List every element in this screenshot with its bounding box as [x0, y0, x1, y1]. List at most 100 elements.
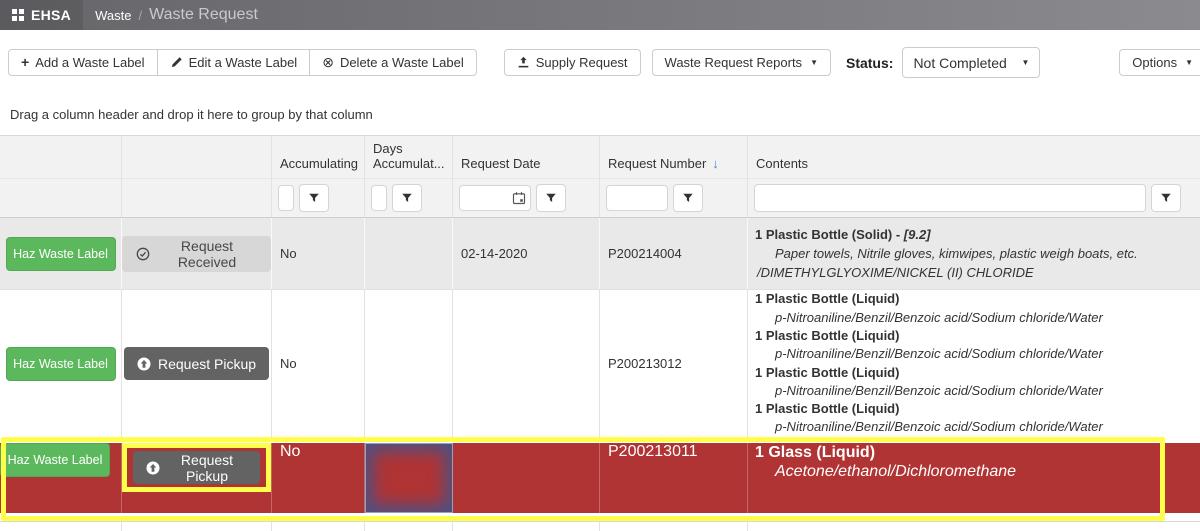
column-header-contents[interactable]: Contents: [748, 136, 1200, 178]
request-pickup-text: Request Pickup: [167, 452, 247, 484]
request-pickup-highlight-frame: Request Pickup: [122, 443, 271, 492]
contents-filter-button[interactable]: [1151, 184, 1181, 212]
status-select[interactable]: Not Completed ▼: [902, 47, 1040, 78]
upload-icon: [517, 56, 530, 69]
days-accumulating-cell: [365, 522, 453, 531]
request-date-cell: [453, 443, 600, 513]
funnel-icon: [682, 192, 694, 204]
column-header-accumulating[interactable]: Accumulating: [272, 136, 365, 178]
contents-item-detail: p-Nitroaniline/Benzil/Benzoic acid/Sodiu…: [755, 345, 1103, 363]
contents-filter-input[interactable]: [754, 184, 1146, 212]
request-pickup-text: Request Pickup: [158, 356, 256, 372]
accumulating-cell: No: [272, 218, 365, 289]
toolbar: + Add a Waste Label Edit a Waste Label ⊗…: [0, 30, 1200, 95]
filter-row: [0, 178, 1200, 218]
sort-descending-icon[interactable]: ↓: [712, 156, 719, 171]
options-button[interactable]: Options ▼: [1119, 49, 1200, 76]
accumulating-filter-button[interactable]: [299, 184, 329, 212]
status-cell: [122, 522, 272, 531]
column-header-days-accumulating[interactable]: Days Accumulat...: [365, 136, 453, 178]
check-circle-icon: [136, 247, 150, 261]
haz-waste-label-button[interactable]: Haz Waste Label: [6, 347, 116, 381]
selected-row-background: Haz Waste Label Request Pickup No P20021…: [0, 443, 1200, 513]
contents-item-detail: Paper towels, Nitrile gloves, kimwipes, …: [755, 244, 1138, 263]
column-header-request-date[interactable]: Request Date: [453, 136, 600, 178]
contents-item-detail: p-Nitroaniline/Benzil/Benzoic acid/Sodiu…: [755, 418, 1103, 436]
column-header-label-buttons: [0, 136, 122, 178]
edit-waste-label-button[interactable]: Edit a Waste Label: [157, 49, 311, 76]
app-name: EHSA: [31, 7, 71, 23]
request-received-button[interactable]: Request Received: [122, 236, 271, 272]
request-number-filter-button[interactable]: [673, 184, 703, 212]
focused-cell-highlight: [365, 443, 453, 513]
request-date-cell: [453, 522, 600, 531]
request-date-filter-button[interactable]: [536, 184, 566, 212]
request-date-cell: 02-14-2020: [453, 218, 600, 289]
add-waste-label-button[interactable]: + Add a Waste Label: [8, 49, 158, 76]
app-header-bar: EHSA Waste / Waste Request: [0, 0, 1200, 30]
days-accumulating-cell: [365, 290, 453, 437]
accumulating-filter-input[interactable]: [278, 185, 294, 211]
filter-cell-empty-2: [122, 179, 272, 217]
request-pickup-button[interactable]: Request Pickup: [133, 451, 260, 484]
highlighted-table-row[interactable]: Haz Waste Label Request Pickup No P20021…: [0, 437, 1200, 521]
contents-cell: 1 Plastic Bottle (Liquid) p-Nitroaniline…: [748, 290, 1200, 437]
request-received-text: Request Received: [157, 238, 257, 270]
contents-cell: [748, 522, 1200, 531]
accumulating-cell: No: [272, 290, 365, 437]
edit-waste-label-text: Edit a Waste Label: [189, 55, 298, 70]
filter-cell-empty-1: [0, 179, 122, 217]
status-selected-value: Not Completed: [913, 55, 1006, 71]
waste-request-reports-button[interactable]: Waste Request Reports ▼: [652, 49, 831, 76]
table-row[interactable]: [0, 521, 1200, 531]
plus-icon: +: [21, 56, 29, 69]
label-button-group: + Add a Waste Label Edit a Waste Label ⊗…: [8, 49, 477, 76]
days-filter-button[interactable]: [392, 184, 422, 212]
request-date-filter-input[interactable]: [459, 185, 531, 211]
filter-cell-request-date: [453, 179, 600, 217]
app-logo[interactable]: EHSA: [0, 0, 83, 30]
up-arrow-circle-icon: [137, 357, 151, 371]
table-row[interactable]: Haz Waste Label Request Pickup No P20021…: [0, 290, 1200, 437]
options-caret-down-icon: ▼: [1185, 58, 1193, 67]
contents-cell: 1 Plastic Bottle (Solid) - [9.2] Paper t…: [748, 218, 1200, 289]
supply-request-button[interactable]: Supply Request: [504, 49, 641, 76]
haz-waste-label-button[interactable]: Haz Waste Label: [0, 443, 110, 477]
request-pickup-button[interactable]: Request Pickup: [124, 347, 269, 380]
haz-waste-label-button[interactable]: Haz Waste Label: [6, 237, 116, 271]
request-number-header-text: Request Number: [608, 156, 706, 171]
pencil-icon: [170, 56, 183, 69]
delete-waste-label-button[interactable]: ⊗ Delete a Waste Label: [309, 49, 477, 76]
breadcrumb-separator: /: [138, 8, 142, 23]
contents-item-title: 1 Glass (Liquid): [755, 443, 1200, 462]
request-date-cell: [453, 290, 600, 437]
contents-item-detail: Acetone/ethanol/Dichloromethane: [755, 462, 1200, 481]
accumulating-cell: [272, 522, 365, 531]
contents-item-detail: p-Nitroaniline/Benzil/Benzoic acid/Sodiu…: [755, 309, 1103, 327]
column-header-request-number[interactable]: Request Number ↓: [600, 136, 748, 178]
contents-item-title: 1 Plastic Bottle (Liquid): [755, 400, 899, 418]
table-row[interactable]: Haz Waste Label Request Received No 02-1…: [0, 218, 1200, 290]
funnel-icon: [1160, 192, 1172, 204]
contents-item-title: 1 Plastic Bottle (Liquid): [755, 327, 899, 345]
contents-item-detail: /DIMETHYLGLYOXIME/NICKEL (II) CHLORIDE: [755, 263, 1034, 282]
calendar-icon[interactable]: [512, 191, 526, 205]
haz-waste-label-cell: Haz Waste Label: [0, 218, 122, 289]
select-caret-down-icon: ▼: [1022, 58, 1030, 67]
circle-x-icon: ⊗: [322, 56, 334, 69]
days-accumulating-cell: [365, 218, 453, 289]
filter-cell-days: [365, 179, 453, 217]
request-number-cell: P200213012: [600, 290, 748, 437]
delete-waste-label-text: Delete a Waste Label: [340, 55, 464, 70]
days-filter-input[interactable]: [371, 185, 387, 211]
funnel-icon: [308, 192, 320, 204]
accumulating-cell: No: [272, 443, 365, 513]
contents-cell: 1 Glass (Liquid) Acetone/ethanol/Dichlor…: [748, 443, 1200, 513]
column-header-status-buttons: [122, 136, 272, 178]
caret-down-icon: ▼: [810, 58, 818, 67]
haz-waste-label-cell: Haz Waste Label: [0, 443, 122, 513]
up-arrow-circle-icon: [146, 461, 160, 475]
group-by-drop-zone[interactable]: Drag a column header and drop it here to…: [0, 95, 1200, 135]
breadcrumb-waste[interactable]: Waste: [95, 8, 131, 23]
request-number-filter-input[interactable]: [606, 185, 668, 211]
